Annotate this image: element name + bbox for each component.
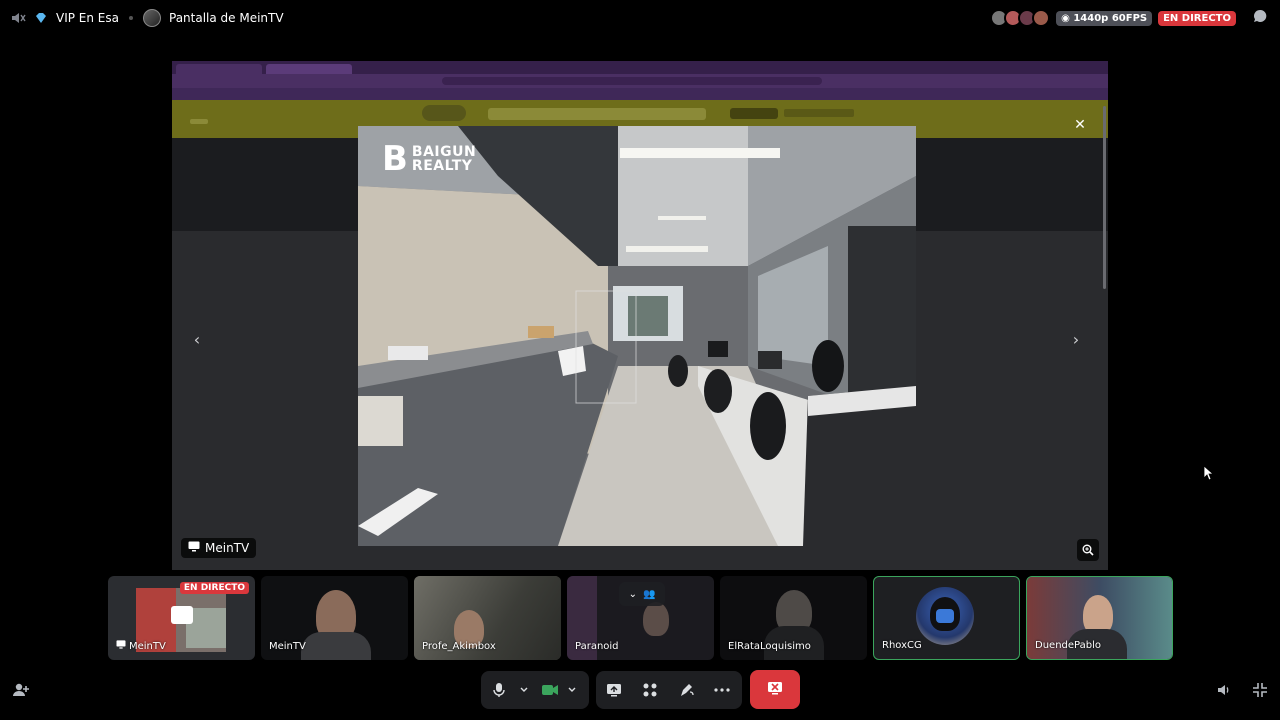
viewer-avatar	[1032, 9, 1051, 27]
participant-tile[interactable]: Profe_Akimbox	[414, 576, 561, 660]
voice-muted-icon[interactable]	[10, 10, 26, 26]
captured-site-search	[488, 108, 706, 120]
exit-fullscreen-icon[interactable]	[1250, 680, 1270, 700]
live-badge: EN DIRECTO	[179, 582, 249, 594]
mouse-cursor-icon	[1203, 465, 1215, 485]
captured-scrollbar	[1103, 106, 1106, 289]
top-bar-right: ◉ 1440p 60FPS EN DIRECTO	[990, 8, 1268, 28]
captured-site-button	[730, 108, 778, 119]
video-camera-icon[interactable]	[535, 671, 565, 709]
channel-title: Pantalla de MeinTV	[169, 11, 284, 25]
live-badge: EN DIRECTO	[1158, 10, 1236, 26]
screen-share-icon	[116, 640, 126, 652]
chat-icon[interactable]	[1252, 8, 1268, 28]
activities-icon[interactable]	[632, 671, 668, 709]
participant-name: DuendePablo	[1035, 640, 1101, 651]
participant-video	[301, 632, 371, 660]
participant-tile[interactable]: ElRataLoquisimo	[720, 576, 867, 660]
stream-quality-badge: ◉ 1440p 60FPS	[1056, 10, 1153, 26]
captured-site-link	[784, 109, 854, 117]
captured-url-field	[442, 77, 822, 85]
participant-tile[interactable]: ⌄ 👥 Paranoid	[567, 576, 714, 660]
activity-controls	[596, 671, 742, 709]
participant-video	[643, 602, 669, 636]
captured-tab	[176, 64, 262, 74]
captured-element	[190, 119, 208, 124]
office-photo-illustration	[358, 126, 916, 546]
users-icon: 👥	[642, 588, 656, 600]
separator	[129, 16, 133, 20]
stream-owner-tag: MeinTV	[181, 538, 257, 558]
chevron-down-icon[interactable]	[517, 671, 531, 709]
invite-user-icon[interactable]	[11, 680, 31, 700]
server-name[interactable]: VIP En Esa	[56, 11, 119, 25]
participant-tile[interactable]: EN DIRECTO MeinTV	[108, 576, 255, 660]
participant-name: ElRataLoquisimo	[728, 641, 811, 652]
screen-share-icon	[171, 606, 193, 624]
participant-avatar	[916, 587, 974, 645]
call-header: VIP En Esa Pantalla de MeinTV	[10, 9, 284, 27]
participant-options[interactable]: ⌄ 👥	[619, 582, 665, 606]
chevron-right-icon[interactable]: ›	[1068, 331, 1084, 349]
captured-tab	[266, 64, 352, 74]
participant-name: MeinTV	[116, 640, 166, 652]
zoom-in-icon[interactable]	[1077, 539, 1099, 561]
end-call-icon	[766, 680, 784, 700]
microphone-icon[interactable]	[481, 671, 517, 709]
participant-name: Paranoid	[575, 641, 619, 652]
top-bar: VIP En Esa Pantalla de MeinTV ◉ 1440p 60…	[0, 0, 1280, 36]
screen-share-icon[interactable]	[596, 671, 632, 709]
gallery-photo: B BAIGUN REALTY	[358, 126, 916, 546]
participant-tile[interactable]: RhoxCG	[873, 576, 1020, 660]
server-gem-icon	[34, 11, 48, 25]
chevron-down-icon: ⌄	[628, 588, 637, 600]
participant-name: MeinTV	[269, 641, 306, 652]
captured-bookmarks-bar	[172, 88, 1108, 100]
close-icon[interactable]: ✕	[1072, 117, 1088, 133]
captured-address-bar	[172, 74, 1108, 88]
chevron-down-icon[interactable]	[565, 671, 579, 709]
participant-name: RhoxCG	[882, 640, 922, 651]
chevron-left-icon[interactable]: ‹	[189, 331, 205, 349]
captured-site-logo	[422, 105, 466, 121]
screen-share-icon	[188, 541, 200, 555]
screen-share-stage[interactable]: B BAIGUN REALTY ✕ ‹ › MeinTV	[172, 61, 1108, 570]
volume-icon[interactable]	[1214, 680, 1234, 700]
participant-tile[interactable]: DuendePablo	[1026, 576, 1173, 660]
viewer-avatars[interactable]	[990, 9, 1051, 27]
photo-watermark-logo: B BAIGUN REALTY	[382, 139, 477, 179]
eye-icon: ◉	[1061, 12, 1070, 24]
captured-browser-tabs	[172, 61, 1108, 74]
more-icon[interactable]	[704, 671, 740, 709]
participant-name: Profe_Akimbox	[422, 641, 496, 652]
participant-tile[interactable]: MeinTV	[261, 576, 408, 660]
soundboard-icon[interactable]	[668, 671, 704, 709]
disconnect-button[interactable]	[750, 670, 800, 709]
audio-video-controls	[481, 671, 589, 709]
streamer-avatar	[143, 9, 161, 27]
